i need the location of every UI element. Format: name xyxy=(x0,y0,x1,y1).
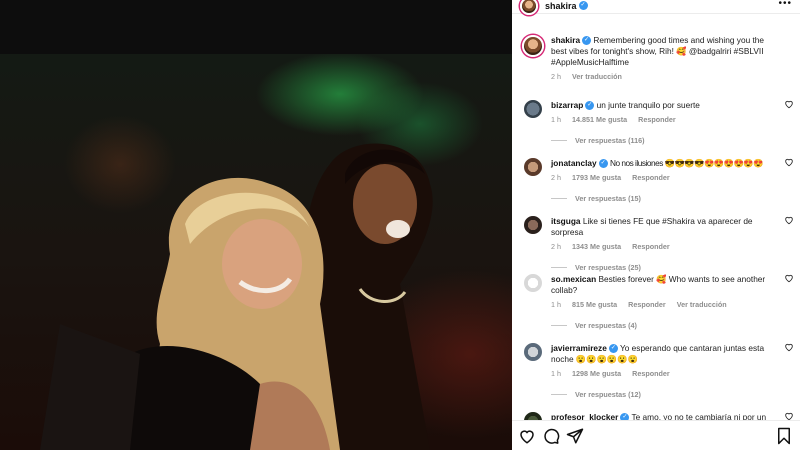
post-photo[interactable] xyxy=(0,54,512,450)
view-replies-button[interactable]: Ver respuestas (116) xyxy=(551,136,778,145)
heart-icon[interactable] xyxy=(784,342,794,352)
comment-avatar[interactable] xyxy=(522,98,544,120)
view-replies-label: Ver respuestas (12) xyxy=(575,390,641,399)
comment-time[interactable]: 2 h xyxy=(551,242,561,251)
view-replies-label: Ver respuestas (4) xyxy=(575,321,637,330)
comment-item: javierramireze ✓ Yo esperando que cantara… xyxy=(512,336,800,405)
comment-item: bizarrap ✓ un junte tranquilo por suerte … xyxy=(512,93,800,151)
post-actions-bar xyxy=(512,420,800,450)
comment-item: profesor_klocker ✓ Te amo, yo no te cambi… xyxy=(512,405,800,420)
photo-illustration xyxy=(40,143,433,450)
heart-icon[interactable] xyxy=(784,273,794,283)
comment-time[interactable]: 1 h xyxy=(551,115,561,124)
view-replies-label: Ver respuestas (15) xyxy=(575,194,641,203)
post-media-pane xyxy=(0,0,512,450)
verified-badge-icon: ✓ xyxy=(608,344,618,354)
comment-avatar[interactable] xyxy=(522,272,544,294)
post-header: shakira ✓ ••• xyxy=(512,0,800,15)
view-replies-button[interactable]: Ver respuestas (12) xyxy=(551,390,778,399)
caption-username[interactable]: shakira xyxy=(551,35,580,45)
comment-avatar[interactable] xyxy=(522,214,544,236)
comment-avatar[interactable] xyxy=(522,341,544,363)
bookmark-icon[interactable] xyxy=(776,427,792,445)
comment-icon[interactable] xyxy=(542,427,560,445)
comment-username[interactable]: javierramireze xyxy=(551,343,607,353)
view-replies-label: Ver respuestas (116) xyxy=(575,136,645,145)
author-username[interactable]: shakira xyxy=(545,1,577,11)
heart-icon[interactable] xyxy=(784,157,794,167)
comment-text: un junte tranquilo por suerte xyxy=(596,100,700,110)
comment-item: itsguga Like si tienes FE que #Shakira v… xyxy=(512,209,800,272)
comment-likes[interactable]: 815 Me gusta xyxy=(572,300,617,309)
comment-username[interactable]: bizarrap xyxy=(551,100,583,110)
post-caption: shakira ✓ Remembering good times and wish… xyxy=(512,30,800,86)
verified-badge-icon: ✓ xyxy=(598,159,608,169)
comment-text: Te amo, yo no te cambiaría ni por un xyxy=(631,412,767,420)
reply-button[interactable]: Responder xyxy=(638,115,676,124)
comment-likes[interactable]: 14.851 Me gusta xyxy=(572,115,627,124)
heart-icon[interactable] xyxy=(784,411,794,420)
comment-avatar[interactable] xyxy=(522,156,544,178)
comments-list[interactable]: shakira ✓ Remembering good times and wish… xyxy=(512,26,800,420)
comment-avatar[interactable] xyxy=(522,410,544,420)
comment-likes[interactable]: 1343 Me gusta xyxy=(572,242,621,251)
reply-button[interactable]: Responder xyxy=(632,369,670,378)
comment-time[interactable]: 1 h xyxy=(551,300,561,309)
view-replies-button[interactable]: Ver respuestas (4) xyxy=(551,321,778,330)
caption-time[interactable]: 2 h xyxy=(551,72,561,81)
caption-translate-link[interactable]: Ver traducción xyxy=(572,72,622,81)
comment-time[interactable]: 1 h xyxy=(551,369,561,378)
comment-likes[interactable]: 1298 Me gusta xyxy=(572,369,621,378)
comment-likes[interactable]: 1793 Me gusta xyxy=(572,173,621,182)
post-details-pane: shakira ✓ ••• shakira ✓ Remembering good … xyxy=(512,0,800,450)
view-replies-button[interactable]: Ver respuestas (15) xyxy=(551,194,778,203)
comment-username[interactable]: jonatanclay xyxy=(551,158,597,168)
verified-badge-icon: ✓ xyxy=(582,36,592,46)
reply-button[interactable]: Responder xyxy=(632,242,670,251)
comment-text: Like si tienes FE que #Shakira va aparec… xyxy=(551,216,753,237)
author-avatar[interactable] xyxy=(520,0,538,15)
verified-badge-icon: ✓ xyxy=(620,413,630,420)
comment-text: No nos ilusiones 😎😎😎😎😍😍😍😍😍😍 xyxy=(609,158,764,168)
comment-time[interactable]: 2 h xyxy=(551,173,561,182)
comment-username[interactable]: so.mexican xyxy=(551,274,596,284)
share-icon[interactable] xyxy=(566,427,584,445)
heart-icon[interactable] xyxy=(518,427,536,445)
comment-translate-link[interactable]: Ver traducción xyxy=(677,300,727,309)
comment-username[interactable]: profesor_klocker xyxy=(551,412,618,420)
caption-avatar[interactable] xyxy=(522,35,544,57)
heart-icon[interactable] xyxy=(784,215,794,225)
verified-badge-icon: ✓ xyxy=(578,1,588,10)
comment-item: jonatanclay ✓ No nos ilusiones 😎😎😎😎😍😍😍😍😍😍… xyxy=(512,151,800,209)
verified-badge-icon: ✓ xyxy=(585,101,595,111)
reply-button[interactable]: Responder xyxy=(632,173,670,182)
comment-username[interactable]: itsguga xyxy=(551,216,581,226)
more-options-icon[interactable]: ••• xyxy=(778,0,792,9)
comment-item: so.mexican Besties forever 🥰 Who wants t… xyxy=(512,267,800,336)
heart-icon[interactable] xyxy=(784,99,794,109)
reply-button[interactable]: Responder xyxy=(628,300,666,309)
